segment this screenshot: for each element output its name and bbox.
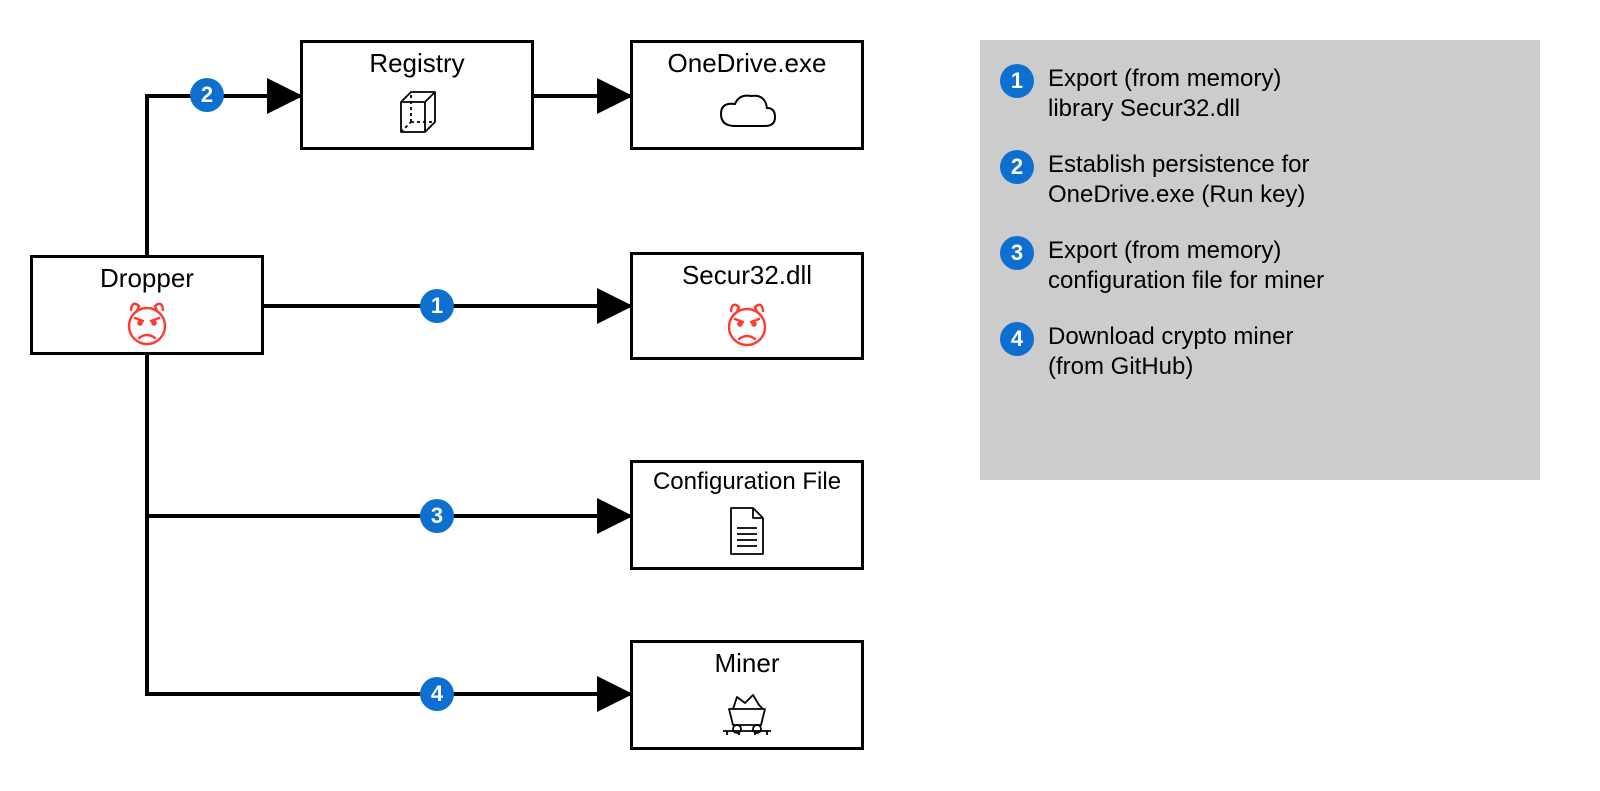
node-registry-label: Registry: [369, 49, 464, 78]
node-config-label: Configuration File: [653, 469, 841, 495]
node-dropper: Dropper: [30, 255, 264, 355]
node-registry: Registry: [300, 40, 534, 150]
node-secur32: Secur32.dll: [630, 252, 864, 360]
node-onedrive-label: OneDrive.exe: [668, 49, 827, 78]
legend-badge-4: 4: [1000, 322, 1034, 356]
cube-icon: [303, 78, 531, 147]
legend-item-3: 3 Export (from memory) configuration fil…: [1000, 236, 1520, 296]
legend-text-3: Export (from memory) configuration file …: [1048, 236, 1324, 296]
cloud-icon: [633, 78, 861, 147]
legend-badge-2: 2: [1000, 150, 1034, 184]
legend-item-1: 1 Export (from memory) library Secur32.d…: [1000, 64, 1520, 124]
node-miner-label: Miner: [714, 649, 779, 678]
flow-badge-4: 4: [420, 677, 454, 711]
minecart-icon: [633, 678, 861, 747]
legend-text-4: Download crypto miner (from GitHub): [1048, 322, 1293, 382]
diagram-canvas: Dropper Registry: [0, 0, 1600, 791]
legend-panel: 1 Export (from memory) library Secur32.d…: [980, 40, 1540, 480]
flow-badge-2: 2: [190, 78, 224, 112]
node-miner: Miner: [630, 640, 864, 750]
node-dropper-label: Dropper: [100, 264, 194, 293]
legend-text-1: Export (from memory) library Secur32.dll: [1048, 64, 1281, 124]
legend-badge-1: 1: [1000, 64, 1034, 98]
node-config: Configuration File: [630, 460, 864, 570]
file-icon: [633, 495, 861, 567]
flow-badge-1: 1: [420, 289, 454, 323]
malware-icon: [633, 290, 861, 357]
legend-text-2: Establish persistence for OneDrive.exe (…: [1048, 150, 1309, 210]
node-secur32-label: Secur32.dll: [682, 261, 812, 290]
legend-item-2: 2 Establish persistence for OneDrive.exe…: [1000, 150, 1520, 210]
malware-icon: [33, 293, 261, 352]
flow-badge-3: 3: [420, 499, 454, 533]
legend-badge-3: 3: [1000, 236, 1034, 270]
legend-item-4: 4 Download crypto miner (from GitHub): [1000, 322, 1520, 382]
node-onedrive: OneDrive.exe: [630, 40, 864, 150]
